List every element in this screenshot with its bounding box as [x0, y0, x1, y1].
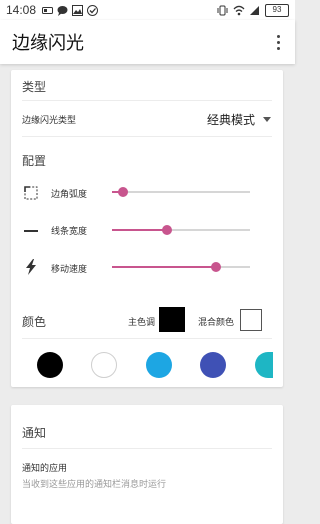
- divider: [22, 136, 272, 137]
- mixed-color-label: 混合颜色: [198, 318, 235, 328]
- corner-radius-icon: [24, 185, 38, 200]
- slider-thumb[interactable]: [162, 225, 173, 235]
- divider: [22, 100, 272, 101]
- status-time: 14:08: [6, 3, 37, 17]
- mixed-color-swatch[interactable]: [240, 309, 262, 331]
- slider-thumb[interactable]: [118, 187, 129, 197]
- corner-radius-slider[interactable]: [112, 186, 250, 198]
- main-tone-swatch[interactable]: [159, 307, 185, 332]
- flash-type-dropdown[interactable]: 经典模式: [207, 111, 271, 128]
- slider-label-line-width: 线条宽度: [51, 227, 88, 237]
- dropdown-arrow-icon: [263, 117, 271, 122]
- slider-label-corner-radius: 边角弧度: [51, 190, 88, 200]
- flash-type-value: 经典模式: [206, 113, 255, 127]
- divider: [22, 448, 272, 449]
- main-tone-label: 主色调: [128, 318, 156, 328]
- notify-apps-description: 当收到这些应用的通知栏消息时运行: [22, 480, 167, 490]
- chat-bubble-icon: [57, 5, 68, 16]
- app-title: 边缘闪光: [12, 33, 84, 54]
- palette-color-teal[interactable]: [255, 352, 273, 378]
- palette-color-white[interactable]: [91, 352, 117, 378]
- color-section-title: 颜色: [22, 315, 47, 329]
- line-width-icon: [24, 223, 38, 237]
- palette-color-blue[interactable]: [146, 352, 172, 378]
- check-circle-icon: [87, 4, 99, 16]
- palette-color-indigo[interactable]: [200, 352, 226, 378]
- notify-apps-label: 通知的应用: [22, 464, 68, 474]
- app-bar: 边缘闪光: [0, 20, 295, 64]
- image-icon: [72, 4, 84, 16]
- divider: [22, 338, 272, 339]
- slider-thumb[interactable]: [210, 262, 221, 272]
- notify-section-title: 通知: [22, 426, 47, 440]
- notification-icon: [42, 5, 54, 16]
- overflow-menu-icon[interactable]: [273, 32, 283, 52]
- flash-type-label: 边缘闪光类型: [22, 116, 77, 126]
- status-bar: 14:08 93: [0, 0, 295, 20]
- move-speed-slider[interactable]: [112, 261, 250, 273]
- slider-label-move-speed: 移动速度: [51, 265, 88, 275]
- vibrate-icon: [217, 5, 228, 16]
- line-width-slider[interactable]: [112, 224, 250, 236]
- battery-indicator: 93: [265, 3, 289, 17]
- lightning-icon: [24, 259, 38, 275]
- settings-card: 类型 边缘闪光类型 经典模式 配置 边角弧度 线条宽度 移动速度 颜色 主色调 …: [11, 70, 283, 387]
- type-section-title: 类型: [22, 80, 47, 94]
- wifi-icon: [233, 5, 245, 16]
- palette-color-black[interactable]: [37, 352, 63, 378]
- config-section-title: 配置: [22, 154, 47, 168]
- signal-icon: [249, 5, 260, 16]
- notification-card: 通知 通知的应用 当收到这些应用的通知栏消息时运行: [11, 405, 283, 524]
